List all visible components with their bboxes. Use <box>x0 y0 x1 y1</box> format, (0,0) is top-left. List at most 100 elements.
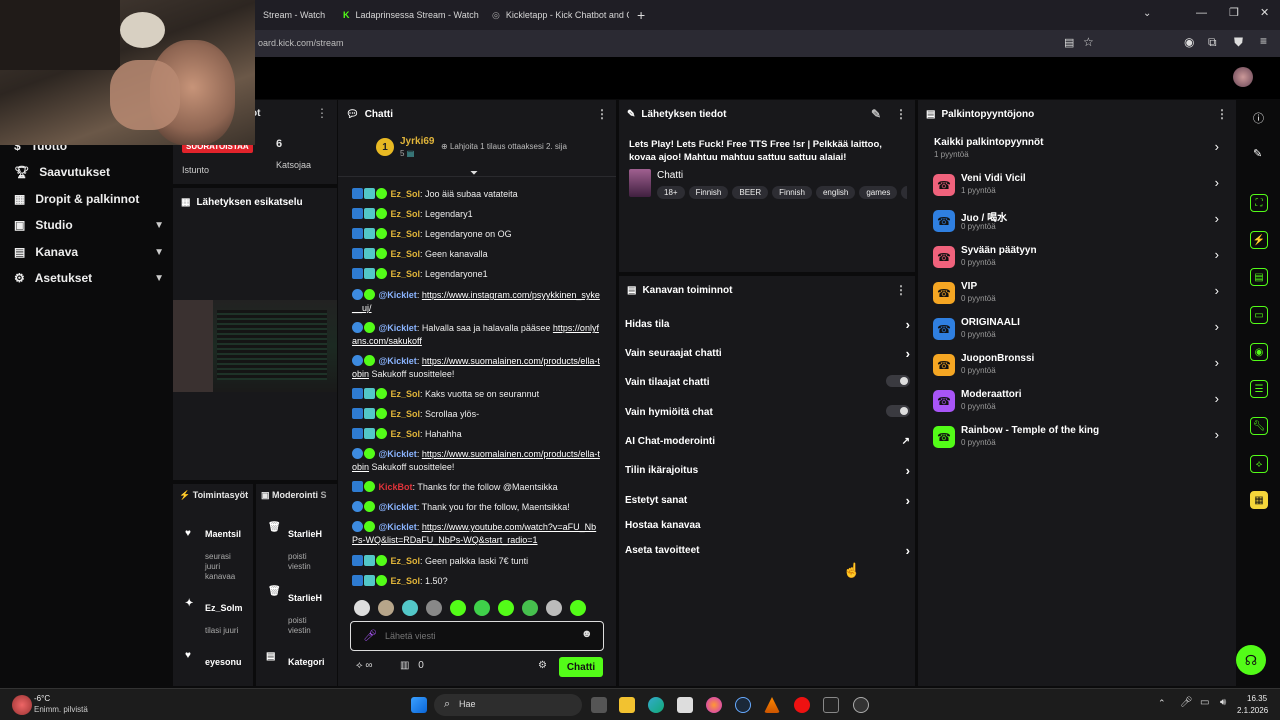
terminal-icon[interactable] <box>823 697 839 713</box>
chat-username[interactable]: @Kicklet <box>379 449 417 459</box>
chat-icon[interactable]: ▭ <box>1250 306 1268 324</box>
chat-input-box[interactable]: 🎤︎ ☻ <box>350 621 604 651</box>
support-icon[interactable]: ☊ <box>1236 645 1266 675</box>
emote-icon[interactable] <box>378 600 394 616</box>
emoji-icon[interactable]: ☻ <box>581 628 593 640</box>
bookmark-star-icon[interactable]: ☆ <box>1083 35 1094 49</box>
close-window-icon[interactable]: ✕ <box>1260 6 1269 19</box>
chat-username[interactable]: Ez_Sol <box>391 409 421 419</box>
collapse-icon[interactable]: ⏷ <box>470 168 478 179</box>
maximize-icon[interactable]: ❐ <box>1229 6 1239 19</box>
nav-item-saavutukset[interactable]: 🏆︎ Saavutukset <box>14 165 164 179</box>
cf-row-hidas-tila[interactable]: Hidas tila › <box>625 317 910 332</box>
cf-row-ai-moderointi[interactable]: AI Chat-moderointi ↗ <box>625 436 910 447</box>
document-icon[interactable]: ▤ <box>1250 268 1268 286</box>
emote-icon[interactable] <box>570 600 586 616</box>
store-icon[interactable] <box>677 697 693 713</box>
pen-icon[interactable]: ✎ <box>1253 147 1262 160</box>
chat-input[interactable] <box>385 627 575 645</box>
browser-tab-2[interactable]: K Ladaprinsessa Stream - Watch L ✕ <box>335 4 480 26</box>
chat-username[interactable]: Ez_Sol <box>391 269 421 279</box>
obs-icon[interactable] <box>853 697 869 713</box>
reward-item[interactable]: ☎ Syvään päätyyn 0 pyyntöä › <box>933 244 1223 274</box>
points-display[interactable]: ▥ 0 <box>400 660 424 671</box>
emote-icon[interactable] <box>354 600 370 616</box>
file-explorer-icon[interactable] <box>619 697 635 713</box>
url-text[interactable]: oard.kick.com/stream <box>258 38 344 48</box>
edge-icon[interactable] <box>648 697 664 713</box>
cf-row-vain-seuraajat[interactable]: Vain seuraajat chatti › <box>625 346 910 361</box>
emote-icon[interactable] <box>546 600 562 616</box>
chat-username[interactable]: @Kicklet <box>379 522 417 532</box>
avatar[interactable] <box>1233 67 1253 87</box>
clock-time[interactable]: 16.35 <box>1247 694 1267 703</box>
reward-item[interactable]: ☎ Veni Vidi Vicil 1 pyyntöä › <box>933 172 1223 202</box>
cf-row-estetyt-sanat[interactable]: Estetyt sanat › <box>625 493 910 508</box>
chat-username[interactable]: Ez_Sol <box>391 429 421 439</box>
bolt-icon[interactable]: ⚡ <box>1250 231 1268 249</box>
reward-item[interactable]: ☎ Rainbow - Temple of the king 0 pyyntöä … <box>933 424 1223 454</box>
more-options-icon[interactable]: ⋮ <box>895 283 907 297</box>
reader-icon[interactable]: ▤ <box>1064 36 1074 49</box>
clock-date[interactable]: 2.1.2026 <box>1237 706 1268 715</box>
network-icon[interactable]: ▭ <box>1200 697 1209 708</box>
task-view-icon[interactable] <box>591 697 607 713</box>
subscribers-only-toggle[interactable] <box>886 375 910 387</box>
clapperboard-icon[interactable]: ▦ <box>1250 491 1268 509</box>
all-rewards-row[interactable]: Kaikki palkintopyynnöt 1 pyyntöä › <box>933 136 1223 166</box>
browser-tab-1[interactable]: Stream - Watch ✕ <box>255 4 330 26</box>
nav-item-studio[interactable]: ▣ Studio ▼ <box>14 218 164 232</box>
emote-icon[interactable] <box>402 600 418 616</box>
emote-icon[interactable] <box>450 600 466 616</box>
chat-username[interactable]: Ez_Sol <box>391 576 421 586</box>
browser-tab-3[interactable]: ◎ Kickletapp - Kick Chatbot and C ✕ <box>484 4 629 26</box>
cf-row-hostaa[interactable]: Hostaa kanavaa <box>625 520 910 531</box>
vlc-icon[interactable] <box>764 697 780 713</box>
more-options-icon[interactable]: ⋮ <box>895 107 907 121</box>
extensions-icon[interactable]: ⧉ <box>1208 35 1217 50</box>
emote-icon[interactable] <box>426 600 442 616</box>
account-icon[interactable]: ◉ <box>1184 35 1194 49</box>
reward-item[interactable]: ☎ Juo / 喝水 0 pyyntöä › <box>933 208 1223 238</box>
chat-username[interactable]: KickBot <box>379 482 413 492</box>
nav-item-kanava[interactable]: ▤ Kanava ▼ <box>14 245 164 259</box>
windows-start-icon[interactable] <box>411 697 427 713</box>
reward-item[interactable]: ☎ VIP 0 pyyntöä › <box>933 280 1223 310</box>
cf-row-ikarajoitus[interactable]: Tilin ikärajoitus › <box>625 463 910 478</box>
chat-username[interactable]: Ez_Sol <box>391 189 421 199</box>
chat-username[interactable]: Ez_Sol <box>391 229 421 239</box>
fullscreen-icon[interactable]: ⛶ <box>1250 194 1268 212</box>
nav-item-asetukset[interactable]: ⚙ Asetukset ▼ <box>14 271 164 285</box>
volume-icon[interactable]: 🔊︎ <box>1220 697 1226 708</box>
reward-item[interactable]: ☎ Moderaattori 0 pyyntöä › <box>933 388 1223 418</box>
chat-username[interactable]: Ez_Sol <box>391 556 421 566</box>
nav-item-dropit[interactable]: ▦ Dropit & palkinnot <box>14 192 164 206</box>
more-options-icon[interactable]: ⋮ <box>316 106 328 120</box>
tray-overflow-icon[interactable]: ⌃ <box>1158 698 1166 709</box>
gift-goal-text[interactable]: ⊕ Lahjoita 1 tilaus ottaaksesi 2. sija <box>441 142 567 151</box>
emote-only-toggle[interactable] <box>886 405 910 417</box>
microphone-icon[interactable]: 🎤︎ <box>1180 697 1193 708</box>
firefox-icon[interactable] <box>706 697 722 713</box>
minimize-icon[interactable]: — <box>1196 7 1207 19</box>
reward-item[interactable]: ☎ JuoponBronssi 0 pyyntöä › <box>933 352 1223 382</box>
menu-icon[interactable]: ≡ <box>1260 34 1267 48</box>
more-options-icon[interactable]: ⋮ <box>1216 107 1228 121</box>
taskbar-search[interactable]: ⌕ Hae <box>434 694 582 716</box>
chat-username[interactable]: Ez_Sol <box>391 389 421 399</box>
new-tab-button[interactable]: + <box>637 7 645 23</box>
weather-icon[interactable] <box>12 695 32 715</box>
emote-icon[interactable] <box>522 600 538 616</box>
emote-icon[interactable] <box>474 600 490 616</box>
edit-icon[interactable]: ✎ <box>871 107 881 121</box>
emote-icon[interactable] <box>498 600 514 616</box>
chat-username[interactable]: Ez_Sol <box>391 249 421 259</box>
rewards-icon[interactable]: ⟡ <box>1250 455 1268 473</box>
layout-icon[interactable]: ☰ <box>1250 380 1268 398</box>
chat-username[interactable]: @Kicklet <box>379 290 417 300</box>
cf-row-tavoitteet[interactable]: Aseta tavoitteet › <box>625 543 910 558</box>
wrench-icon[interactable]: 🔧︎ <box>1250 417 1268 435</box>
chat-username[interactable]: @Kicklet <box>379 502 417 512</box>
activity-tab[interactable]: ⚡ Toimintasyöt <box>179 490 248 501</box>
rewards-shortcut[interactable]: ⟡ ∞ <box>356 660 373 671</box>
